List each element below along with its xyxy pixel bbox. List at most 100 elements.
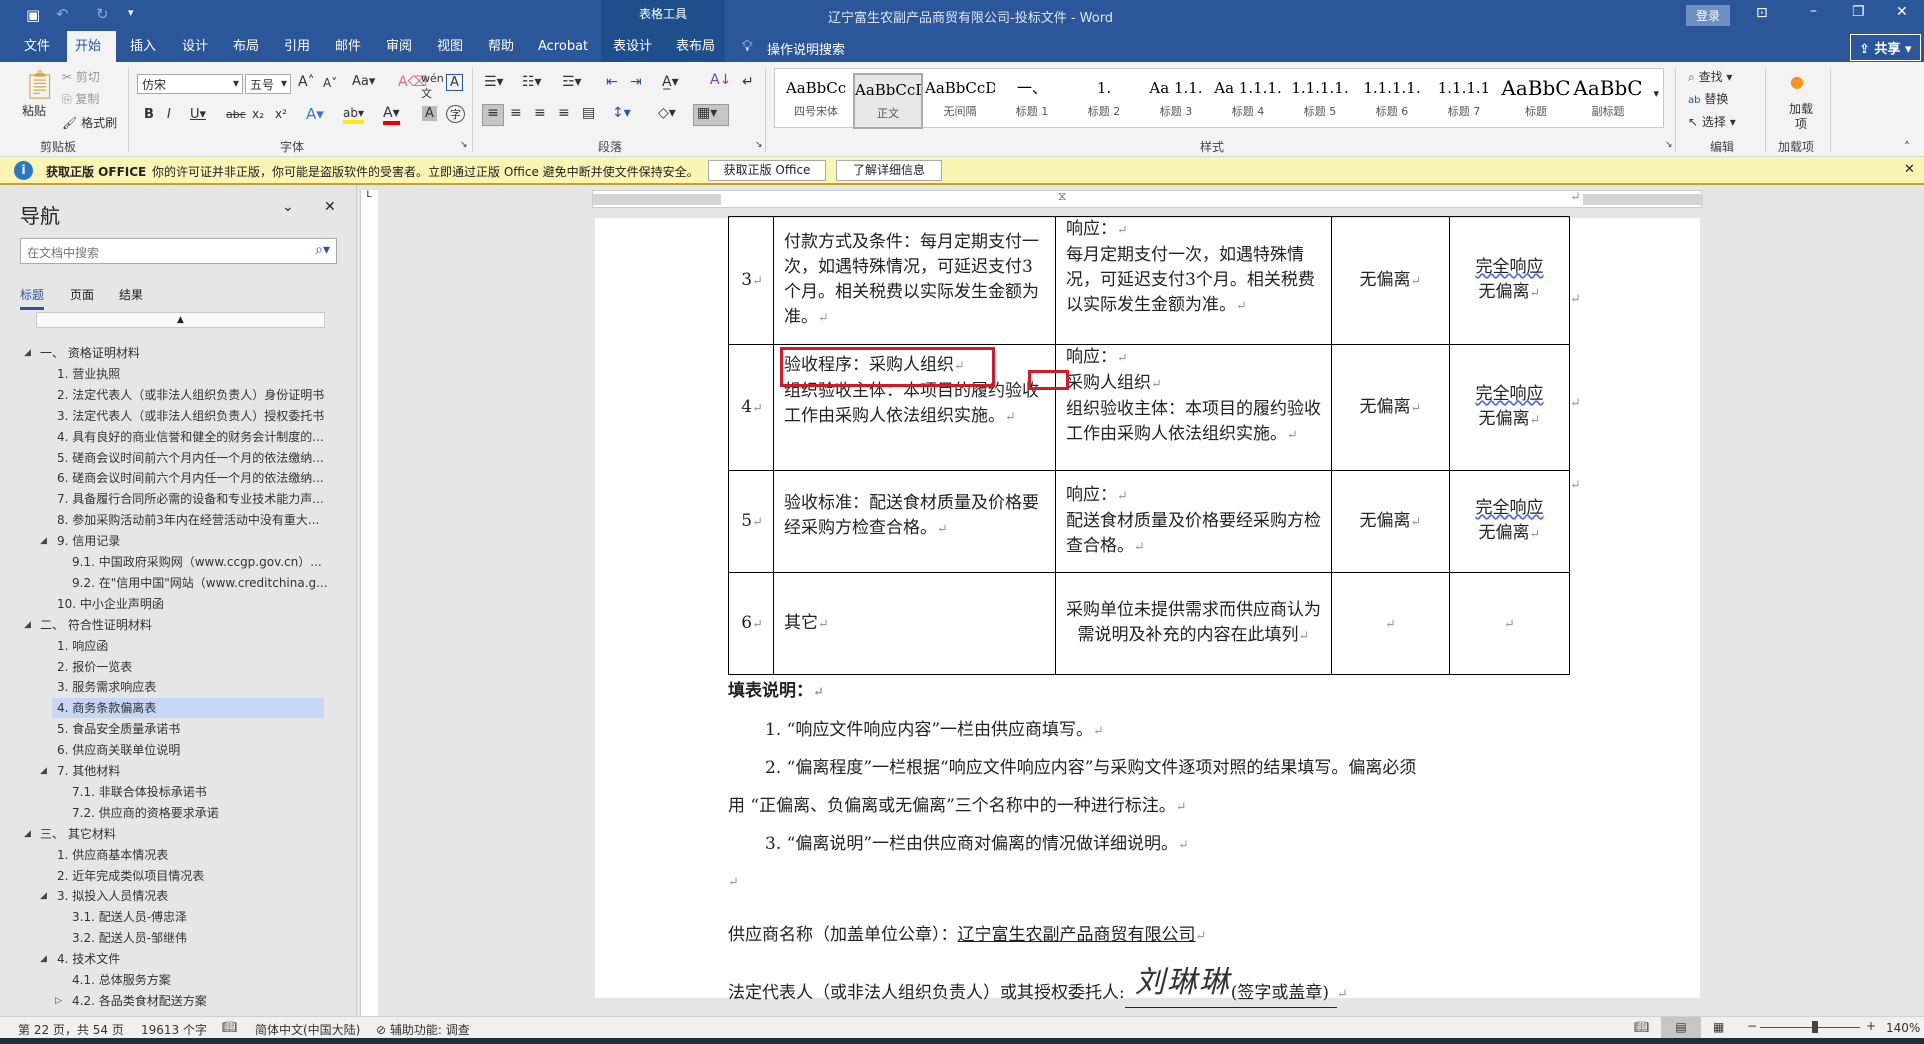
tab-review[interactable]: 审阅 xyxy=(378,31,420,62)
align-center-icon[interactable]: ≡ xyxy=(510,105,522,121)
nav-options-icon[interactable]: ⌄ xyxy=(282,199,294,215)
ribbon-display-icon[interactable]: ⊡ xyxy=(1756,5,1768,21)
heading-item[interactable]: 1. 供应商基本情况表 xyxy=(0,845,356,865)
heading-item[interactable]: 9.2. 在"信用中国"网站（www.creditchina.g... xyxy=(0,573,356,593)
style-10[interactable]: 1.1.1.1 标题 7 xyxy=(1429,73,1499,129)
zoom-in-button[interactable]: + xyxy=(1866,1019,1876,1033)
enclose-characters-icon[interactable]: 字 xyxy=(446,105,465,123)
distributed-icon[interactable]: ▤ xyxy=(582,105,595,121)
nav-tab-pages[interactable]: 页面 xyxy=(70,286,94,303)
indent-marker-icon[interactable]: ⧖ xyxy=(1058,189,1066,204)
font-dialog-launcher-icon[interactable]: ↘ xyxy=(460,140,468,150)
find-button[interactable]: ⌕ 查找 ▾ xyxy=(1688,68,1732,85)
minimize-icon[interactable]: – xyxy=(1810,3,1817,19)
heading-item[interactable]: 7.1. 非联合体投标承诺书 xyxy=(0,782,356,802)
paste-icon[interactable]: 📋︎ xyxy=(22,68,58,101)
underline-icon[interactable]: U▾ xyxy=(190,107,206,122)
show-marks-icon[interactable]: ↵ xyxy=(742,74,754,90)
signin-button[interactable]: 登录 xyxy=(1686,5,1731,26)
style-6[interactable]: Aa 1.1. 标题 3 xyxy=(1141,73,1211,129)
font-name-select[interactable]: 仿宋 ▾ xyxy=(137,74,243,94)
phonetic-guide-icon[interactable]: wén 文 xyxy=(421,72,444,101)
select-button[interactable]: ↖ 选择 ▾ xyxy=(1688,113,1736,130)
heading-item[interactable]: 7. 具备履行合同所必需的设备和专业技术能力声... xyxy=(0,489,356,509)
text-effects-icon[interactable]: A▾ xyxy=(306,105,324,123)
zoom-slider-thumb[interactable] xyxy=(1812,1021,1818,1033)
collapse-icon[interactable]: ◢ xyxy=(40,531,47,551)
heading-item[interactable]: 2. 报价一览表 xyxy=(0,657,356,677)
heading-item[interactable]: ◢ 9. 信用记录 xyxy=(0,531,356,551)
tab-selector-icon[interactable]: L xyxy=(363,190,375,206)
heading-item[interactable]: ◢ 三、 其它材料 xyxy=(0,824,356,844)
heading-item[interactable]: 8. 参加采购活动前3年内在经营活动中没有重大... xyxy=(0,510,356,530)
heading-item[interactable]: ◢ 7. 其他材料 xyxy=(0,761,356,781)
accessibility-status[interactable]: ⊘ 辅助功能: 调查 xyxy=(376,1021,470,1038)
style-12[interactable]: AaBbC 副标题 xyxy=(1573,73,1643,129)
nav-search-input[interactable]: 在文档中搜索 ⌕▾ xyxy=(20,238,337,264)
close-notice-icon[interactable]: ✕ xyxy=(1904,162,1915,177)
collapse-icon[interactable]: ◢ xyxy=(24,615,31,635)
search-icon[interactable]: ⌕▾ xyxy=(315,242,330,258)
zoom-slider[interactable] xyxy=(1760,1021,1860,1033)
heading-item[interactable]: 2. 近年完成类似项目情况表 xyxy=(0,866,356,886)
style-1[interactable]: AaBbCc 四号宋体 xyxy=(781,73,851,129)
heading-item[interactable]: 1. 响应函 xyxy=(0,636,356,656)
character-border-icon[interactable]: A xyxy=(446,74,463,91)
nav-tab-results[interactable]: 结果 xyxy=(119,286,143,303)
heading-item[interactable]: ◢ 3. 拟投入人员情况表 xyxy=(0,886,356,906)
copy-button[interactable]: ⎘ 复制 xyxy=(62,90,99,107)
align-left-icon[interactable]: ≡ xyxy=(482,104,504,126)
close-icon[interactable]: ✕ xyxy=(1896,4,1908,20)
tab-references[interactable]: 引用 xyxy=(276,31,318,62)
justify-icon[interactable]: ≡ xyxy=(558,105,570,121)
style-11[interactable]: AaBbC 标题 xyxy=(1501,73,1571,129)
tab-file[interactable]: 文件 xyxy=(16,31,58,62)
font-color-icon[interactable]: A▾ xyxy=(383,105,400,125)
get-genuine-button[interactable]: 获取正版 Office xyxy=(708,160,826,181)
heading-item[interactable]: 5. 食品安全质量承诺书 xyxy=(0,719,356,739)
tab-layout[interactable]: 布局 xyxy=(225,31,267,62)
tab-home[interactable]: 开始 xyxy=(67,31,116,62)
expand-icon[interactable]: ▷ xyxy=(55,991,62,1011)
paste-button[interactable]: 粘贴 xyxy=(22,102,46,119)
save-icon[interactable]: ▣ xyxy=(26,6,40,24)
heading-item[interactable]: 10. 中小企业声明函 xyxy=(0,594,356,614)
restore-icon[interactable]: ❐ xyxy=(1852,4,1865,20)
heading-item[interactable]: 7.2. 供应商的资格要求承诺 xyxy=(0,803,356,823)
cut-button[interactable]: ✂ 剪切 xyxy=(62,68,100,85)
heading-item[interactable]: 3.1. 配送人员-傅忠泽 xyxy=(0,907,356,927)
tab-view[interactable]: 视图 xyxy=(429,31,471,62)
word-count[interactable]: 19613 个字 xyxy=(141,1021,207,1038)
undo-icon[interactable]: ↶ xyxy=(56,5,69,23)
heading-item[interactable]: 3. 法定代表人（或非法人组织负责人）授权委托书 xyxy=(0,406,356,426)
tell-me-search[interactable]: 操作说明搜索 xyxy=(767,39,845,58)
style-4[interactable]: 一、 标题 1 xyxy=(997,73,1067,129)
learn-more-button[interactable]: 了解详细信息 xyxy=(836,160,942,181)
zoom-level[interactable]: 140% xyxy=(1886,1021,1920,1035)
language[interactable]: 简体中文(中国大陆) xyxy=(255,1021,360,1038)
bold-icon[interactable]: B xyxy=(144,107,154,122)
decrease-indent-icon[interactable]: ⇤ xyxy=(606,74,618,90)
addins-icon[interactable]: ● xyxy=(1790,72,1804,91)
page-count[interactable]: 第 22 页，共 54 页 xyxy=(18,1021,124,1038)
heading-item[interactable]: 3.2. 配送人员-邹继伟 xyxy=(0,928,356,948)
zoom-out-button[interactable]: − xyxy=(1747,1019,1757,1033)
replace-button[interactable]: ab 替换 xyxy=(1688,90,1728,107)
highlight-icon[interactable]: ab▾ xyxy=(343,106,364,124)
web-layout-icon[interactable]: ▦ xyxy=(1713,1020,1724,1034)
heading-item[interactable]: 4.1. 总体服务方案 xyxy=(0,970,356,990)
collapse-icon[interactable]: ◢ xyxy=(24,343,31,363)
tab-design[interactable]: 设计 xyxy=(174,31,216,62)
numbering-icon[interactable]: ☷▾ xyxy=(522,74,542,90)
tab-mailings[interactable]: 邮件 xyxy=(327,31,369,62)
subscript-icon[interactable]: x₂ xyxy=(252,107,264,121)
nav-close-icon[interactable]: ✕ xyxy=(324,199,336,215)
styles-dialog-launcher-icon[interactable]: ↘ xyxy=(1665,140,1673,150)
sort-icon[interactable]: A↓ xyxy=(710,72,731,88)
print-layout-icon[interactable]: ▤ xyxy=(1661,1017,1701,1038)
italic-icon[interactable]: I xyxy=(167,107,171,122)
collapse-icon[interactable]: ◢ xyxy=(40,761,47,781)
collapse-icon[interactable]: ◢ xyxy=(40,886,47,906)
line-spacing-icon[interactable]: ↕▾ xyxy=(612,105,631,121)
style-9[interactable]: 1.1.1.1. 标题 6 xyxy=(1357,73,1427,129)
